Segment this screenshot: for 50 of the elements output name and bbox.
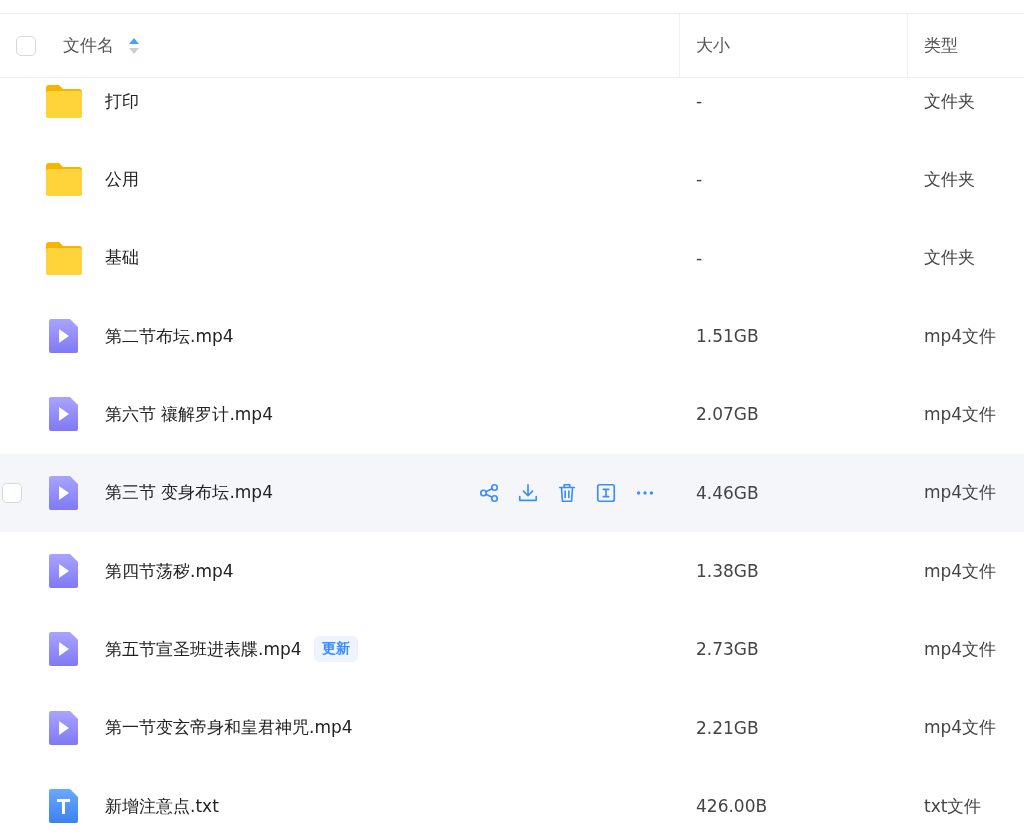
folder-icon	[45, 239, 83, 276]
file-row[interactable]: 第二节布坛.mp4 1.51GB mp4文件	[0, 297, 1024, 376]
folder-icon	[45, 161, 83, 198]
row-checkbox[interactable]	[2, 482, 22, 503]
column-header[interactable]: 大小	[696, 34, 730, 57]
file-size: -	[695, 169, 704, 190]
file-size: -	[695, 91, 704, 112]
file-size: -	[695, 247, 704, 268]
file-type: 文件夹	[923, 89, 976, 113]
file-row[interactable]: 公用 - 文件夹	[0, 140, 1024, 219]
file-row[interactable]: 基础 - 文件夹	[0, 218, 1024, 297]
file-size: 2.73GB	[695, 639, 760, 660]
file-name[interactable]: 公用	[105, 168, 139, 191]
folder-icon	[45, 83, 83, 120]
file-size: 426.00B	[695, 796, 769, 817]
file-name[interactable]: 第二节布坛.mp4	[105, 324, 234, 348]
file-type: mp4文件	[923, 637, 998, 661]
sort-icon[interactable]	[128, 36, 140, 55]
update-badge: 更新	[313, 636, 358, 663]
file-name[interactable]: 打印	[105, 89, 139, 113]
file-type: mp4文件	[923, 559, 998, 583]
file-name[interactable]: 基础	[105, 246, 139, 270]
file-type: mp4文件	[923, 402, 998, 426]
file-row[interactable]: 新增注意点.txt 426.00B txt文件	[0, 766, 1024, 834]
file-type: 文件夹	[923, 246, 976, 270]
file-name[interactable]: 第三节 变身布坛.mp4	[105, 481, 273, 505]
file-name[interactable]: 第一节变玄帝身和皇君神咒.mp4	[105, 716, 353, 740]
file-name[interactable]: 第六节 禳解罗计.mp4	[105, 402, 273, 426]
file-size: 2.07GB	[695, 404, 760, 425]
file-type: txt文件	[923, 794, 983, 818]
hovered-row[interactable]: 第三节 变身布坛.mp4 4.46GB mp4文件	[0, 453, 1024, 532]
file-row[interactable]: 第四节荡秽.mp4 1.38GB mp4文件	[0, 531, 1024, 611]
file-row[interactable]: 第六节 禳解罗计.mp4 2.07GB mp4文件	[0, 375, 1024, 454]
file-size: 2.21GB	[695, 717, 760, 738]
file-name[interactable]: 新增注意点.txt	[105, 794, 219, 818]
file-size: 1.38GB	[695, 561, 760, 582]
column-header[interactable]: 文件名	[63, 34, 114, 57]
file-type: 文件夹	[923, 168, 976, 191]
select-all-checkbox[interactable]	[16, 35, 36, 56]
file-type: mp4文件	[923, 481, 998, 505]
file-row[interactable]: 第五节宣圣班进表牒.mp4 更新 2.73GB mp4文件	[0, 610, 1024, 689]
file-type: mp4文件	[923, 324, 998, 348]
file-name[interactable]: 第四节荡秽.mp4	[105, 559, 234, 583]
file-row[interactable]: 第一节变玄帝身和皇君神咒.mp4 2.21GB mp4文件	[0, 688, 1024, 767]
file-row[interactable]: 打印 - 文件夹	[0, 78, 1024, 141]
file-name[interactable]: 第五节宣圣班进表牒.mp4	[105, 637, 302, 661]
file-size: 1.51GB	[695, 326, 760, 347]
file-size: 4.46GB	[695, 482, 760, 503]
column-header[interactable]: 类型	[924, 34, 958, 57]
file-type: mp4文件	[923, 716, 998, 740]
